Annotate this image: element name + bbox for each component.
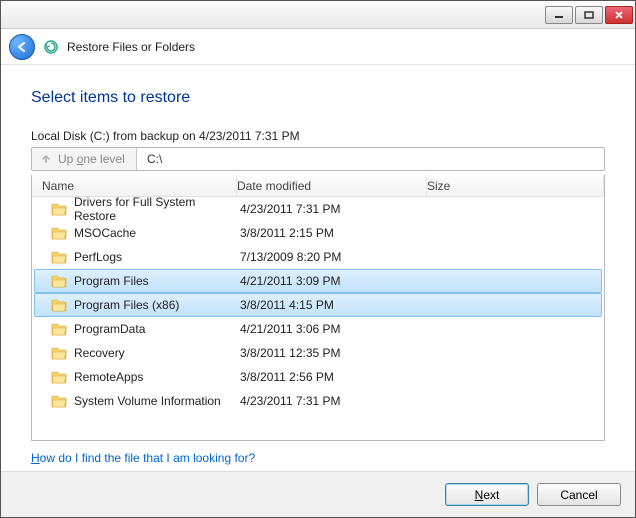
column-headers: Name Date modified Size [32,175,604,197]
folder-icon [51,394,67,408]
folder-icon [51,298,67,312]
row-name: Drivers for Full System Restore [74,195,240,223]
row-date: 4/21/2011 3:06 PM [240,322,430,336]
row-name: System Volume Information [74,394,221,408]
folder-icon [51,250,67,264]
content-area: Select items to restore Local Disk (C:) … [1,65,635,471]
file-list[interactable]: Name Date modified Size Drivers for Full… [32,175,604,440]
restore-icon [43,39,59,55]
minimize-button[interactable] [545,6,573,24]
titlebar [1,1,635,29]
arrow-left-icon [15,40,29,54]
folder-icon [51,202,67,216]
row-name: ProgramData [74,322,145,336]
table-row[interactable]: Program Files 4/21/2011 3:09 PM [34,269,602,293]
table-row[interactable]: ProgramData 4/21/2011 3:06 PM [34,317,602,341]
folder-icon [51,370,67,384]
row-date: 4/23/2011 7:31 PM [240,202,430,216]
next-button[interactable]: Next [445,483,529,506]
footer: Next Cancel [1,471,635,517]
table-row[interactable]: RemoteApps 3/8/2011 2:56 PM [34,365,602,389]
wizard-window: Restore Files or Folders Select items to… [0,0,636,518]
row-date: 3/8/2011 2:56 PM [240,370,430,384]
row-name: RemoteApps [74,370,143,384]
row-name: MSOCache [74,226,136,240]
row-name: Recovery [74,346,125,360]
table-row[interactable]: Drivers for Full System Restore4/23/2011… [34,197,602,221]
table-row[interactable]: MSOCache 3/8/2011 2:15 PM [34,221,602,245]
cancel-button[interactable]: Cancel [537,483,621,506]
file-list-container: Name Date modified Size Drivers for Full… [31,175,605,441]
close-button[interactable] [605,6,633,24]
column-header-name[interactable]: Name [32,175,237,196]
folder-icon [51,274,67,288]
row-date: 7/13/2009 8:20 PM [240,250,430,264]
maximize-button[interactable] [575,6,603,24]
column-header-date[interactable]: Date modified [237,175,427,196]
folder-icon [51,322,67,336]
wizard-title: Restore Files or Folders [67,40,195,54]
folder-icon [51,346,67,360]
up-one-level-button[interactable]: Up one level [32,148,137,170]
row-date: 3/8/2011 2:15 PM [240,226,430,240]
row-date: 4/21/2011 3:09 PM [240,274,430,288]
row-name: Program Files [74,274,149,288]
column-header-size[interactable]: Size [427,175,604,196]
table-row[interactable]: PerfLogs 7/13/2009 8:20 PM [34,245,602,269]
nav-row: Up one level C:\ [31,147,605,171]
row-name: PerfLogs [74,250,122,264]
breadcrumb: Local Disk (C:) from backup on 4/23/2011… [31,129,605,143]
back-button[interactable] [9,34,35,60]
row-date: 3/8/2011 4:15 PM [240,298,430,312]
help-link[interactable]: How do I find the file that I am looking… [31,451,605,465]
table-row[interactable]: Recovery 3/8/2011 12:35 PM [34,341,602,365]
table-row[interactable]: System Volume Information 4/23/2011 7:31 … [34,389,602,413]
table-row[interactable]: Program Files (x86) 3/8/2011 4:15 PM [34,293,602,317]
arrow-up-icon [40,153,52,165]
row-date: 3/8/2011 12:35 PM [240,346,430,360]
row-date: 4/23/2011 7:31 PM [240,394,430,408]
folder-icon [51,226,67,240]
row-name: Program Files (x86) [74,298,179,312]
wizard-header: Restore Files or Folders [1,29,635,65]
path-field[interactable]: C:\ [137,148,604,170]
page-title: Select items to restore [31,89,605,107]
